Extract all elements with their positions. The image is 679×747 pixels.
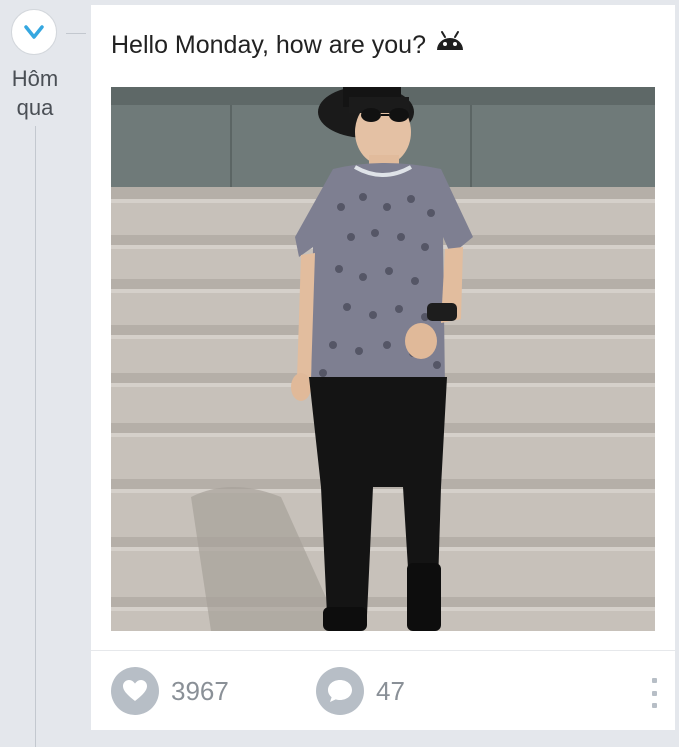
comment-button[interactable]: 47 — [316, 666, 405, 716]
clock-check-icon — [11, 9, 57, 55]
like-button[interactable]: 3967 — [111, 666, 229, 716]
more-options-icon[interactable] — [649, 678, 659, 708]
time-label-line1: Hôm — [11, 66, 59, 91]
comment-count: 47 — [376, 675, 405, 706]
time-label-line2: qua — [16, 95, 54, 120]
like-count: 3967 — [171, 675, 229, 706]
comment-bubble-icon — [316, 667, 364, 715]
post-photo[interactable] — [111, 87, 655, 631]
post-card: Hello Monday, how are you? 3967 47 — [91, 5, 675, 730]
android-icon — [434, 29, 466, 61]
card-divider — [91, 650, 675, 651]
timeline-connector — [66, 33, 86, 34]
time-label: Hôm qua — [0, 64, 70, 122]
post-text: Hello Monday, how are you? — [111, 29, 466, 61]
heart-icon — [111, 667, 159, 715]
post-text-content: Hello Monday, how are you? — [111, 31, 426, 59]
timeline-line — [35, 126, 36, 747]
timeline: Hôm qua — [0, 0, 90, 747]
